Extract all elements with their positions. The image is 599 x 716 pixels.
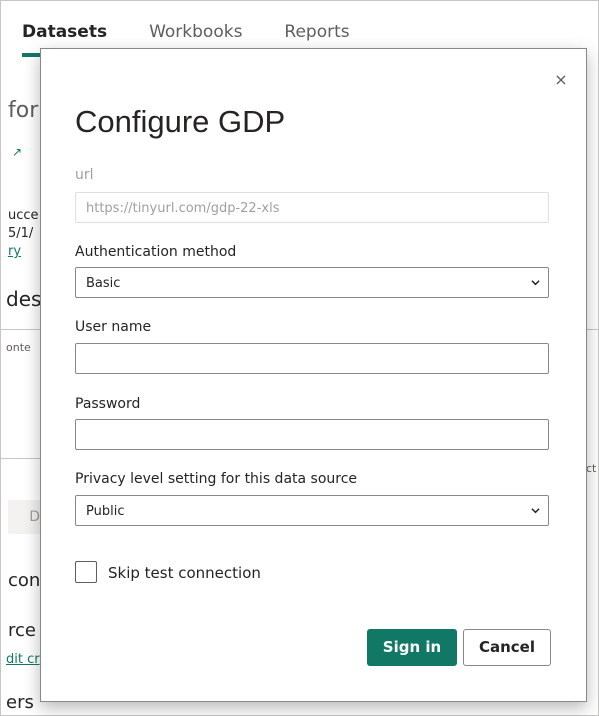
bg-link-fragment-2[interactable]: dit cr [6,652,40,667]
sign-in-button[interactable]: Sign in [367,629,457,666]
chevron-down-icon [531,508,540,514]
bg-heading-fragment-4: rce [8,620,36,641]
bg-date-fragment: 5/1/ [8,226,34,241]
cancel-button[interactable]: Cancel [463,629,551,666]
tab-datasets[interactable]: Datasets [22,22,107,42]
auth-method-label: Authentication method [75,244,237,260]
skip-test-checkbox[interactable] [75,561,97,583]
password-field[interactable] [75,419,549,450]
tab-bar: Datasets Workbooks Reports [22,22,350,42]
external-link-icon[interactable]: ↗ [12,145,22,159]
bg-heading-fragment: for [8,98,39,123]
privacy-level-value: Public [86,504,125,519]
chevron-down-icon [531,280,540,286]
bg-right-fragment: ct [586,462,597,475]
close-icon[interactable]: × [552,71,570,89]
auth-method-select[interactable]: Basic [75,267,549,298]
bg-small-fragment: onte [6,341,31,354]
bg-heading-fragment-3: con [8,570,41,591]
bg-button-fragment[interactable]: D [8,500,40,534]
password-label: Password [75,396,141,412]
divider [585,329,599,330]
bg-link-fragment[interactable]: ry [8,244,21,259]
configure-dialog: × Configure GDP url https://tinyurl.com/… [40,48,587,702]
url-field: https://tinyurl.com/gdp-22-xls [75,192,549,223]
bg-status-fragment: ucce [8,208,39,223]
divider [0,329,40,330]
auth-method-value: Basic [86,276,121,291]
privacy-level-label: Privacy level setting for this data sour… [75,471,358,487]
url-label: url [75,167,94,183]
tab-reports[interactable]: Reports [284,22,349,42]
username-label: User name [75,319,152,335]
skip-test-label[interactable]: Skip test connection [108,564,261,582]
username-field[interactable] [75,343,549,374]
divider [0,458,40,459]
tab-workbooks[interactable]: Workbooks [149,22,242,42]
privacy-level-select[interactable]: Public [75,495,549,526]
dialog-title: Configure GDP [75,104,286,139]
bg-heading-fragment-5: ers [6,692,34,713]
